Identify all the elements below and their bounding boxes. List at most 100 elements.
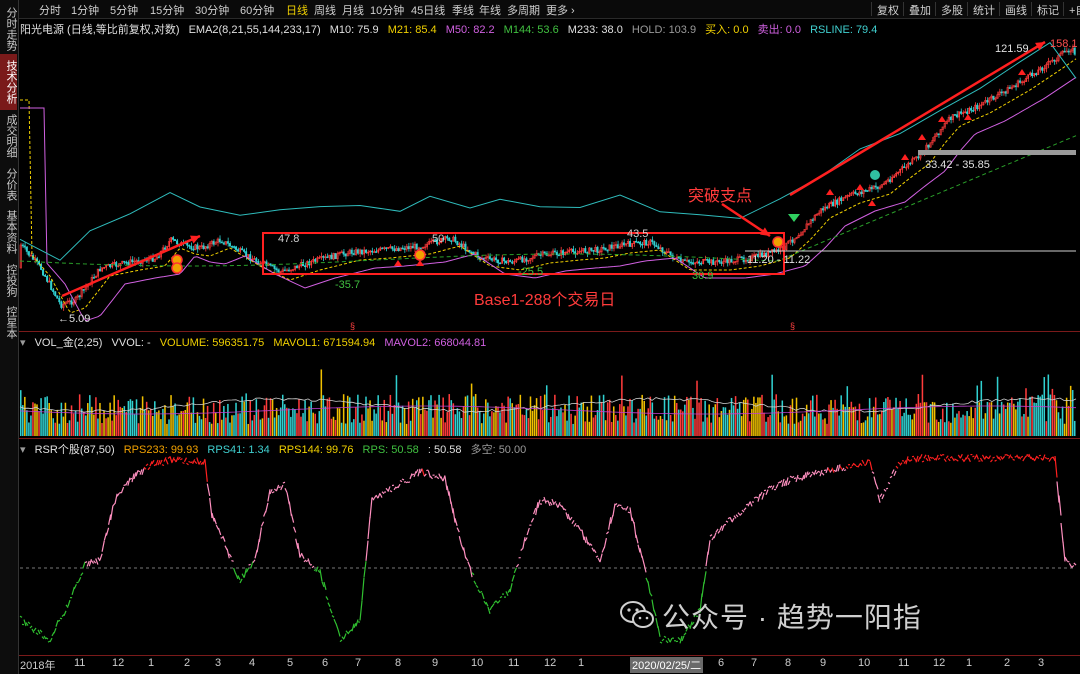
chart-canvas[interactable]: § § — [0, 0, 1080, 674]
rsr-line-segment — [209, 497, 213, 519]
volume-bar — [62, 416, 65, 436]
rsr-line-segment — [739, 512, 743, 516]
candle-body — [456, 241, 459, 246]
base-low-left-label: -35.7 — [335, 279, 361, 291]
volume-bar — [430, 395, 432, 436]
volume-bar — [783, 416, 786, 436]
rsr-line-segment — [799, 477, 803, 480]
volume-bar — [1053, 394, 1056, 436]
rsr-line-segment — [929, 456, 933, 459]
candle-body — [641, 243, 644, 246]
candle-body — [21, 244, 24, 247]
volume-bar — [714, 404, 717, 436]
rsr-line-segment — [765, 489, 769, 496]
volume-bar — [757, 397, 759, 436]
volume-bar — [1023, 413, 1025, 436]
volume-bar — [389, 394, 392, 436]
x-axis-tick-label: 1 — [966, 657, 973, 669]
rsr-line-segment — [955, 459, 959, 462]
rsr-line-segment — [881, 494, 885, 500]
rsr-line-segment — [661, 638, 665, 642]
rsr-line-segment — [561, 505, 565, 511]
volume-bar — [682, 411, 684, 436]
watermark-text: 公众号 · 趋势一阳指 — [662, 602, 922, 633]
rsr-line-segment — [983, 455, 988, 460]
candle-body — [689, 261, 692, 264]
volume-bar — [190, 412, 193, 436]
volume-bar — [763, 412, 765, 436]
rsr-line-segment — [222, 535, 226, 542]
volume-bar — [172, 405, 174, 436]
rsr-line-segment — [369, 497, 373, 519]
rsr-line-segment — [509, 583, 513, 593]
x-axis-tick-label: 7 — [355, 657, 362, 669]
candle-body — [273, 265, 276, 269]
volume-bar — [365, 396, 367, 436]
rsr-line-segment — [949, 456, 953, 459]
rsr-line-segment — [883, 488, 887, 492]
candle-body — [271, 264, 274, 267]
volume-bar — [671, 421, 674, 436]
volume-bar — [344, 423, 347, 436]
volume-bar — [68, 420, 71, 436]
volume-bar — [1039, 396, 1041, 436]
high-price-label: 121.59 — [995, 43, 1029, 55]
rsr-line-segment — [511, 574, 515, 582]
volume-bar — [485, 399, 487, 436]
volume-bar — [548, 422, 550, 436]
volume-bar — [113, 395, 115, 436]
volume-bar — [409, 420, 412, 436]
candle-body — [397, 248, 400, 251]
volume-bar — [1047, 374, 1050, 436]
rsr-line-segment — [19, 615, 23, 618]
rsr-line-segment — [715, 528, 719, 533]
rsr-line-segment — [1006, 454, 1009, 457]
candle-body — [222, 242, 225, 245]
candle-body — [511, 261, 514, 264]
rsr-line-segment — [913, 457, 917, 462]
volume-bar — [405, 423, 408, 436]
rsr-line-segment — [217, 527, 222, 536]
volume-bar — [984, 413, 987, 436]
volume-bar — [720, 411, 723, 436]
volume-bar — [883, 401, 885, 436]
volume-bar — [828, 404, 830, 436]
rsr-line-segment — [373, 495, 377, 500]
volume-bar — [87, 403, 89, 436]
rsr-line-segment — [206, 483, 211, 497]
volume-bar — [698, 402, 700, 436]
volume-bar — [704, 400, 706, 436]
rsr-line-segment — [250, 561, 254, 569]
candle-body — [446, 236, 449, 239]
candle-body — [322, 256, 325, 258]
rsr-line-segment — [78, 576, 82, 583]
volume-bar — [824, 418, 826, 436]
volume-bar — [962, 414, 964, 436]
volume-bar — [334, 419, 337, 436]
volume-bar — [556, 416, 558, 436]
candle-body — [590, 247, 593, 251]
volume-bar — [633, 422, 635, 436]
rsr-line-segment — [387, 486, 391, 492]
volume-bar — [635, 418, 637, 436]
candle-body — [909, 162, 912, 165]
volume-bar — [93, 414, 95, 436]
rsr-line-segment — [1016, 454, 1020, 459]
volume-bar — [314, 413, 316, 436]
candle-body — [330, 254, 333, 260]
volume-bar — [964, 415, 966, 436]
volume-bar — [509, 398, 511, 436]
rsr-line-segment — [769, 485, 773, 488]
volume-bar — [767, 417, 769, 436]
rsr-line-segment — [33, 627, 37, 632]
buy-signal-icon — [918, 134, 926, 140]
x-axis-tick-label: 7 — [751, 657, 758, 669]
rsr-line-segment — [733, 515, 737, 519]
volume-bar — [393, 404, 396, 436]
rsr-line-segment — [165, 459, 169, 465]
volume-bar — [576, 396, 578, 436]
volume-bar — [545, 385, 548, 436]
rsr-line-segment — [405, 481, 409, 484]
rsr-line-segment — [843, 469, 847, 472]
volume-bar — [428, 400, 430, 436]
